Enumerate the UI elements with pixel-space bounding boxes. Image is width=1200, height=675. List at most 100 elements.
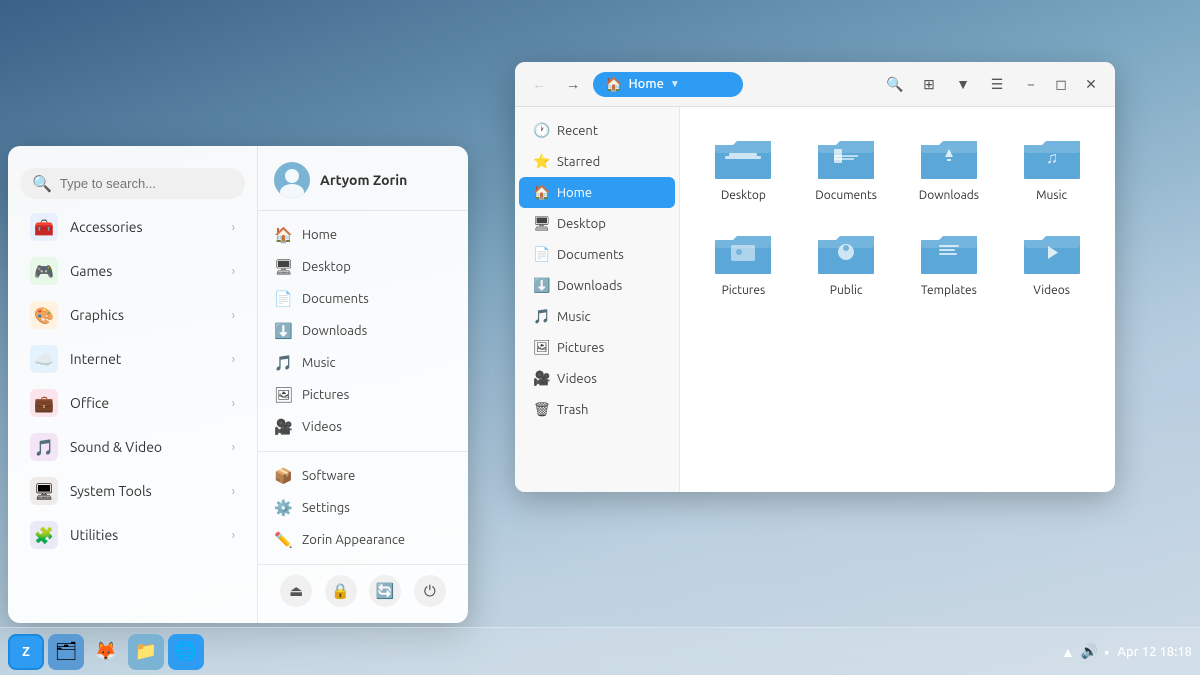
place-icon-pictures: 🖼 (274, 386, 292, 404)
view-toggle-button[interactable]: ⊞ (915, 70, 943, 98)
refresh-button[interactable]: 🔄 (369, 575, 401, 607)
volume-icon[interactable]: 🔊 (1081, 643, 1098, 660)
place-icon-music: 🎵 (274, 354, 292, 372)
search-input[interactable] (60, 176, 233, 191)
logout-button[interactable]: ⏏ (280, 575, 312, 607)
sidebar-item-desktop[interactable]: 🖥 Desktop (519, 208, 675, 239)
place-label-downloads: Downloads (302, 324, 367, 338)
folder-videos[interactable]: Videos (1004, 218, 1099, 305)
folder-music[interactable]: ♫ Music (1004, 123, 1099, 210)
category-utilities[interactable]: 🧩 Utilities › (14, 513, 251, 557)
lock-button[interactable]: 🔒 (325, 575, 357, 607)
category-arrow-office: › (232, 397, 235, 410)
sidebar-icon-videos: 🎥 (533, 370, 549, 387)
place-music[interactable]: 🎵 Music (258, 347, 468, 379)
sidebar-item-documents[interactable]: 📄 Documents (519, 239, 675, 270)
file-manager-window: ← → 🏠 Home ▼ 🔍 ⊞ ▼ ☰ − ◻ ✕ 🕐 Recent ⭐ St… (515, 62, 1115, 492)
category-internet[interactable]: ☁️ Internet › (14, 337, 251, 381)
close-button[interactable]: ✕ (1077, 70, 1105, 98)
sort-button[interactable]: ▼ (949, 70, 977, 98)
power-button[interactable]: ⏻ (414, 575, 446, 607)
category-system-tools[interactable]: 🖥 System Tools › (14, 469, 251, 513)
place-icon-downloads: ⬇️ (274, 322, 292, 340)
sidebar-icon-starred: ⭐ (533, 153, 549, 170)
sidebar-icon-downloads: ⬇️ (533, 277, 549, 294)
folder-downloads[interactable]: Downloads (902, 123, 997, 210)
sidebar-label-documents: Documents (557, 248, 624, 262)
sidebar-item-downloads[interactable]: ⬇️ Downloads (519, 270, 675, 301)
place-label-zorin-appearance: Zorin Appearance (302, 533, 405, 547)
sidebar-item-pictures[interactable]: 🖼 Pictures (519, 332, 675, 363)
sidebar-label-trash: Trash (557, 403, 588, 417)
window-controls: − ◻ ✕ (1017, 70, 1105, 98)
place-documents[interactable]: 📄 Documents (258, 283, 468, 315)
folder-label-desktop: Desktop (721, 189, 766, 202)
place-icon-videos: 🎥 (274, 418, 292, 436)
category-games[interactable]: 🎮 Games › (14, 249, 251, 293)
category-arrow-utilities: › (232, 529, 235, 542)
category-label-office: Office (70, 395, 220, 411)
place-pictures[interactable]: 🖼 Pictures (258, 379, 468, 411)
sidebar-label-recent: Recent (557, 124, 598, 138)
place-videos[interactable]: 🎥 Videos (258, 411, 468, 443)
wifi-icon[interactable]: ▲ (1061, 644, 1075, 660)
sidebar-item-videos[interactable]: 🎥 Videos (519, 363, 675, 394)
folder-icon-documents (814, 131, 878, 185)
category-office[interactable]: 💼 Office › (14, 381, 251, 425)
maximize-button[interactable]: ◻ (1047, 70, 1075, 98)
folder-templates[interactable]: Templates (902, 218, 997, 305)
category-graphics[interactable]: 🎨 Graphics › (14, 293, 251, 337)
folder-label-public: Public (830, 284, 863, 297)
nautilus-icon[interactable]: 📁 (128, 634, 164, 670)
taskbar-left: Z🗂🦊📁🌐 (8, 634, 204, 670)
folder-label-music: Music (1036, 189, 1067, 202)
folder-icon-videos (1020, 226, 1084, 280)
files-icon[interactable]: 🗂 (48, 634, 84, 670)
category-accessories[interactable]: 🧰 Accessories › (14, 205, 251, 249)
firefox-icon[interactable]: 🦊 (88, 634, 124, 670)
place-label-software: Software (302, 469, 355, 483)
sidebar-label-videos: Videos (557, 372, 597, 386)
sidebar-item-home[interactable]: 🏠 Home (519, 177, 675, 208)
folder-public[interactable]: Public (799, 218, 894, 305)
search-button[interactable]: 🔍 (881, 70, 909, 98)
app-menu-categories: 🔍 🧰 Accessories › 🎮 Games › 🎨 Graphics ›… (8, 146, 258, 623)
menu-button[interactable]: ☰ (983, 70, 1011, 98)
sidebar-item-recent[interactable]: 🕐 Recent (519, 115, 675, 146)
folder-desktop[interactable]: Desktop (696, 123, 791, 210)
category-label-sound-video: Sound & Video (70, 439, 220, 455)
folder-label-videos: Videos (1033, 284, 1070, 297)
place-desktop[interactable]: 🖥 Desktop (258, 251, 468, 283)
forward-button[interactable]: → (559, 70, 587, 98)
folder-icon-public (814, 226, 878, 280)
back-button[interactable]: ← (525, 70, 553, 98)
place-label-pictures: Pictures (302, 388, 349, 402)
category-label-graphics: Graphics (70, 307, 220, 323)
battery-icon[interactable]: ▪ (1104, 644, 1109, 660)
office-icon: 💼 (30, 389, 58, 417)
zorin-menu[interactable]: Z (8, 634, 44, 670)
graphics-icon: 🎨 (30, 301, 58, 329)
search-icon: 🔍 (32, 174, 52, 193)
folder-icon-templates (917, 226, 981, 280)
category-sound-video[interactable]: 🎵 Sound & Video › (14, 425, 251, 469)
sidebar-icon-pictures: 🖼 (533, 339, 549, 356)
sidebar-item-music[interactable]: 🎵 Music (519, 301, 675, 332)
sidebar-item-trash[interactable]: 🗑 Trash (519, 394, 675, 425)
place-zorin-appearance[interactable]: ✏️ Zorin Appearance (258, 524, 468, 556)
place-settings[interactable]: ⚙️ Settings (258, 492, 468, 524)
sidebar-label-desktop: Desktop (557, 217, 606, 231)
sidebar-label-home: Home (557, 186, 592, 200)
place-home[interactable]: 🏠 Home (258, 219, 468, 251)
place-software[interactable]: 📦 Software (258, 460, 468, 492)
sidebar-icon-documents: 📄 (533, 246, 549, 263)
sidebar-label-music: Music (557, 310, 591, 324)
folder-documents[interactable]: Documents (799, 123, 894, 210)
globe-icon[interactable]: 🌐 (168, 634, 204, 670)
folder-pictures[interactable]: Pictures (696, 218, 791, 305)
sidebar-item-starred[interactable]: ⭐ Starred (519, 146, 675, 177)
user-name: Artyom Zorin (320, 172, 407, 188)
place-downloads[interactable]: ⬇️ Downloads (258, 315, 468, 347)
minimize-button[interactable]: − (1017, 70, 1045, 98)
location-bar[interactable]: 🏠 Home ▼ (593, 72, 743, 97)
